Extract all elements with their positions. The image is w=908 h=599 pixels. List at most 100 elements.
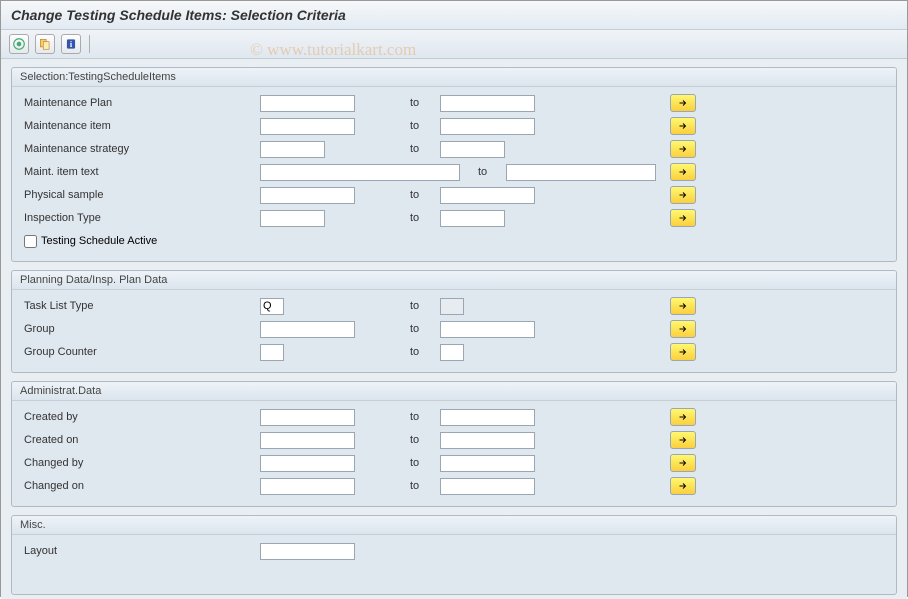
group-to[interactable] bbox=[440, 321, 535, 338]
task-list-type-multi[interactable] bbox=[670, 297, 696, 315]
maintenance-plan-multi[interactable] bbox=[670, 94, 696, 112]
to-label: to bbox=[360, 411, 440, 423]
created-on-label: Created on bbox=[20, 434, 260, 446]
changed-by-to[interactable] bbox=[440, 455, 535, 472]
testing-schedule-active-checkbox[interactable] bbox=[24, 235, 37, 248]
created-by-to[interactable] bbox=[440, 409, 535, 426]
to-label: to bbox=[360, 189, 440, 201]
created-on-multi[interactable] bbox=[670, 431, 696, 449]
arrow-right-icon bbox=[676, 346, 690, 358]
inspection-type-to[interactable] bbox=[440, 210, 505, 227]
arrow-right-icon bbox=[676, 97, 690, 109]
to-label: to bbox=[360, 212, 440, 224]
created-on-from[interactable] bbox=[260, 432, 355, 449]
physical-sample-to[interactable] bbox=[440, 187, 535, 204]
physical-sample-multi[interactable] bbox=[670, 186, 696, 204]
maintenance-strategy-to[interactable] bbox=[440, 141, 505, 158]
created-by-from[interactable] bbox=[260, 409, 355, 426]
maintenance-item-from[interactable] bbox=[260, 118, 355, 135]
info-button[interactable]: i bbox=[61, 34, 81, 54]
arrow-right-icon bbox=[676, 300, 690, 312]
changed-on-from[interactable] bbox=[260, 478, 355, 495]
group-from[interactable] bbox=[260, 321, 355, 338]
to-label: to bbox=[360, 346, 440, 358]
changed-by-multi[interactable] bbox=[670, 454, 696, 472]
group-admin: Administrat.Data Created by to Created o… bbox=[11, 381, 897, 507]
maint-item-text-from[interactable] bbox=[260, 164, 460, 181]
arrow-right-icon bbox=[676, 189, 690, 201]
created-by-multi[interactable] bbox=[670, 408, 696, 426]
group-misc-title: Misc. bbox=[12, 516, 896, 535]
arrow-right-icon bbox=[676, 323, 690, 335]
group-multi[interactable] bbox=[670, 320, 696, 338]
group-counter-multi[interactable] bbox=[670, 343, 696, 361]
inspection-type-label: Inspection Type bbox=[20, 212, 260, 224]
maintenance-strategy-label: Maintenance strategy bbox=[20, 143, 260, 155]
maintenance-strategy-multi[interactable] bbox=[670, 140, 696, 158]
arrow-right-icon bbox=[676, 166, 690, 178]
group-misc: Misc. Layout bbox=[11, 515, 897, 595]
layout-input[interactable] bbox=[260, 543, 355, 560]
changed-on-to[interactable] bbox=[440, 478, 535, 495]
to-label: to bbox=[360, 457, 440, 469]
toolbar: i bbox=[1, 30, 907, 59]
arrow-right-icon bbox=[676, 457, 690, 469]
arrow-right-icon bbox=[676, 120, 690, 132]
info-icon: i bbox=[64, 37, 78, 51]
maint-item-text-label: Maint. item text bbox=[20, 166, 260, 178]
arrow-right-icon bbox=[676, 143, 690, 155]
group-counter-label: Group Counter bbox=[20, 346, 260, 358]
arrow-right-icon bbox=[676, 434, 690, 446]
inspection-type-from[interactable] bbox=[260, 210, 325, 227]
to-label: to bbox=[360, 300, 440, 312]
arrow-right-icon bbox=[676, 480, 690, 492]
content-area: Selection:TestingScheduleItems Maintenan… bbox=[1, 59, 907, 599]
changed-by-from[interactable] bbox=[260, 455, 355, 472]
group-planning: Planning Data/Insp. Plan Data Task List … bbox=[11, 270, 897, 373]
execute-icon bbox=[12, 37, 26, 51]
created-by-label: Created by bbox=[20, 411, 260, 423]
page-title: Change Testing Schedule Items: Selection… bbox=[1, 1, 907, 30]
inspection-type-multi[interactable] bbox=[670, 209, 696, 227]
arrow-right-icon bbox=[676, 212, 690, 224]
group-selection: Selection:TestingScheduleItems Maintenan… bbox=[11, 67, 897, 262]
group-planning-title: Planning Data/Insp. Plan Data bbox=[12, 271, 896, 290]
toolbar-separator bbox=[89, 35, 90, 53]
to-label: to bbox=[360, 120, 440, 132]
task-list-type-to bbox=[440, 298, 464, 315]
maintenance-strategy-from[interactable] bbox=[260, 141, 325, 158]
execute-button[interactable] bbox=[9, 34, 29, 54]
variant-icon bbox=[38, 37, 52, 51]
to-label: to bbox=[360, 323, 440, 335]
task-list-type-from[interactable] bbox=[260, 298, 284, 315]
created-on-to[interactable] bbox=[440, 432, 535, 449]
layout-label: Layout bbox=[20, 545, 260, 557]
maintenance-item-label: Maintenance item bbox=[20, 120, 260, 132]
group-label: Group bbox=[20, 323, 260, 335]
get-variant-button[interactable] bbox=[35, 34, 55, 54]
maintenance-plan-from[interactable] bbox=[260, 95, 355, 112]
changed-on-label: Changed on bbox=[20, 480, 260, 492]
maintenance-plan-to[interactable] bbox=[440, 95, 535, 112]
to-label: to bbox=[360, 480, 440, 492]
to-label: to bbox=[360, 97, 440, 109]
physical-sample-label: Physical sample bbox=[20, 189, 260, 201]
task-list-type-label: Task List Type bbox=[20, 300, 260, 312]
to-label: to bbox=[360, 143, 440, 155]
maintenance-item-multi[interactable] bbox=[670, 117, 696, 135]
changed-by-label: Changed by bbox=[20, 457, 260, 469]
group-admin-title: Administrat.Data bbox=[12, 382, 896, 401]
to-label: to bbox=[478, 166, 506, 178]
changed-on-multi[interactable] bbox=[670, 477, 696, 495]
to-label: to bbox=[360, 434, 440, 446]
maint-item-text-multi[interactable] bbox=[670, 163, 696, 181]
arrow-right-icon bbox=[676, 411, 690, 423]
group-selection-title: Selection:TestingScheduleItems bbox=[12, 68, 896, 87]
maintenance-item-to[interactable] bbox=[440, 118, 535, 135]
group-counter-from[interactable] bbox=[260, 344, 284, 361]
physical-sample-from[interactable] bbox=[260, 187, 355, 204]
maint-item-text-to[interactable] bbox=[506, 164, 656, 181]
testing-schedule-active-label: Testing Schedule Active bbox=[41, 235, 157, 247]
maintenance-plan-label: Maintenance Plan bbox=[20, 97, 260, 109]
group-counter-to[interactable] bbox=[440, 344, 464, 361]
